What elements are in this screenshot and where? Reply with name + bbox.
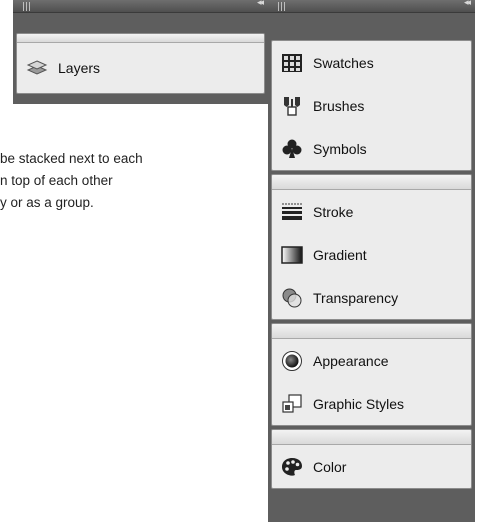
panel-item-label: Appearance (313, 352, 389, 369)
symbols-icon (281, 138, 303, 160)
panel-item-label: Stroke (313, 203, 354, 220)
right-dock-titlebar[interactable]: ◂◂ (268, 0, 475, 13)
panel-item-stroke[interactable]: Stroke (272, 190, 471, 233)
layers-panel-group: Layers (16, 33, 265, 94)
panel-item-symbols[interactable]: Symbols (272, 127, 471, 170)
panel-item-graphic-styles[interactable]: Graphic Styles (272, 382, 471, 425)
transparency-icon (281, 287, 303, 309)
panel-item-label: Symbols (313, 140, 367, 157)
panel-item-swatches[interactable]: Swatches (272, 41, 471, 84)
panel-item-transparency[interactable]: Transparency (272, 276, 471, 319)
layers-icon (26, 57, 48, 79)
panel-item-label: Gradient (313, 246, 367, 263)
grip-icon[interactable] (278, 2, 286, 11)
caption-line-1: be stacked next to each (0, 151, 143, 166)
appearance-icon (281, 350, 303, 372)
panel-group-3: Appearance Graphic Styles (271, 323, 472, 426)
panel-item-gradient[interactable]: Gradient (272, 233, 471, 276)
stroke-icon (281, 201, 303, 223)
collapse-icon[interactable]: ◂◂ (464, 0, 471, 8)
panel-item-label: Color (313, 458, 347, 475)
panel-item-layers[interactable]: Layers (17, 43, 264, 93)
gradient-icon (281, 244, 303, 266)
panel-group-header[interactable] (272, 175, 471, 190)
panel-item-color[interactable]: Color (272, 445, 471, 488)
brushes-icon (281, 95, 303, 117)
panel-group-header[interactable] (272, 430, 471, 445)
caption-text: be stacked next to each n top of each ot… (0, 148, 262, 214)
panel-item-appearance[interactable]: Appearance (272, 339, 471, 382)
panel-group-4: Color (271, 429, 472, 489)
grip-icon[interactable] (23, 2, 31, 11)
panel-item-brushes[interactable]: Brushes (272, 84, 471, 127)
panel-group-2: Stroke Gradient Transparency (271, 174, 472, 320)
panel-group-1: Swatches Brushes Symbols (271, 40, 472, 171)
color-icon (281, 456, 303, 478)
panel-item-label: Swatches (313, 54, 374, 71)
graphic-styles-icon (281, 393, 303, 415)
panel-item-label: Graphic Styles (313, 395, 405, 412)
left-dock-titlebar[interactable]: ◂◂ (13, 0, 268, 13)
panel-item-label: Brushes (313, 97, 365, 114)
caption-line-3: y or as a group. (0, 195, 94, 210)
swatches-icon (281, 52, 303, 74)
collapse-icon[interactable]: ◂◂ (257, 0, 264, 8)
panel-group-header[interactable] (17, 34, 264, 43)
caption-line-2: n top of each other (0, 173, 113, 188)
panel-item-label: Layers (58, 60, 101, 76)
right-dock-panel: Swatches Brushes Symbols Stroke Gradient… (268, 13, 475, 522)
panel-item-label: Transparency (313, 289, 399, 306)
panel-group-header[interactable] (272, 324, 471, 339)
left-dock-panel: Layers (13, 13, 268, 104)
